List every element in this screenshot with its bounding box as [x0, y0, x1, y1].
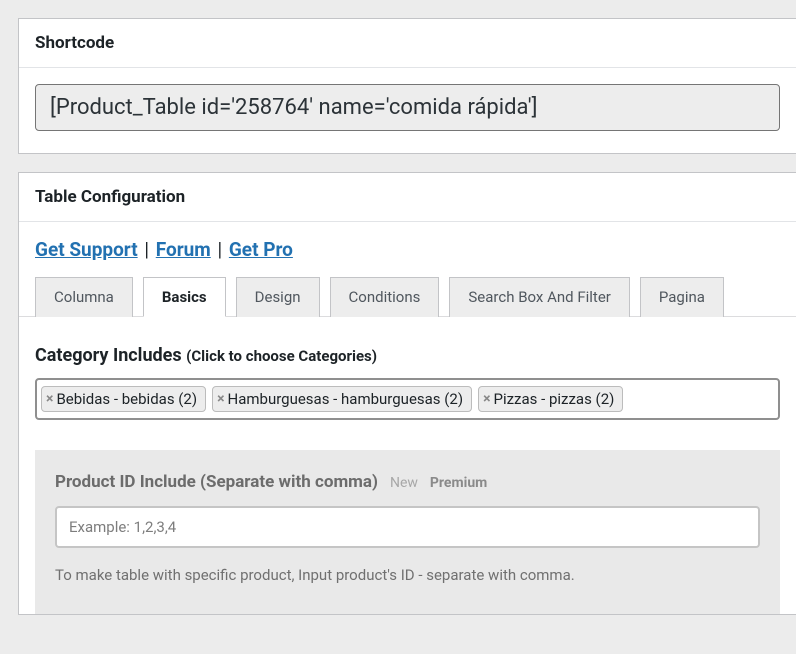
- premium-badge: Premium: [430, 475, 487, 491]
- category-includes-label: Category Includes (Click to choose Categ…: [35, 345, 780, 366]
- shortcode-panel-header: Shortcode: [19, 19, 796, 68]
- forum-link[interactable]: Forum: [156, 238, 211, 261]
- category-includes-section: Category Includes (Click to choose Categ…: [19, 317, 796, 420]
- category-includes-hint: (Click to choose Categories): [186, 347, 377, 365]
- tab-pagina[interactable]: Pagina: [640, 277, 724, 317]
- tab-basics[interactable]: Basics: [143, 277, 226, 317]
- tab-search-filter[interactable]: Search Box And Filter: [449, 277, 630, 317]
- table-config-title: Table Configuration: [35, 187, 780, 207]
- config-links: Get Support | Forum | Get Pro: [19, 238, 796, 277]
- tab-columna[interactable]: Columna: [35, 277, 133, 317]
- product-id-include-panel: Product ID Include (Separate with comma)…: [35, 450, 780, 614]
- tab-design[interactable]: Design: [236, 277, 320, 317]
- link-separator: |: [142, 238, 155, 261]
- close-icon[interactable]: ×: [217, 392, 224, 406]
- get-support-link[interactable]: Get Support: [35, 238, 138, 261]
- shortcode-panel-title: Shortcode: [35, 33, 780, 53]
- product-id-input[interactable]: [55, 506, 760, 548]
- shortcode-panel: Shortcode: [18, 18, 796, 154]
- tab-conditions[interactable]: Conditions: [330, 277, 440, 317]
- table-config-panel: Table Configuration Get Support | Forum …: [18, 172, 796, 615]
- new-badge: New: [390, 475, 418, 491]
- get-pro-link[interactable]: Get Pro: [229, 238, 293, 261]
- category-tag-label: Pizzas - pizzas (2): [494, 390, 615, 408]
- category-tag[interactable]: × Hamburguesas - hamburguesas (2): [212, 386, 472, 412]
- config-tabs: Columna Basics Design Conditions Search …: [19, 277, 796, 317]
- product-id-help-text: To make table with specific product, Inp…: [55, 566, 760, 584]
- product-id-include-label: Product ID Include (Separate with comma): [55, 472, 378, 492]
- category-tag[interactable]: × Bebidas - bebidas (2): [41, 386, 206, 412]
- shortcode-panel-body: [19, 68, 796, 153]
- table-config-body: Get Support | Forum | Get Pro Columna Ba…: [19, 222, 796, 614]
- category-tag[interactable]: × Pizzas - pizzas (2): [478, 386, 623, 412]
- product-id-include-title-row: Product ID Include (Separate with comma)…: [55, 472, 760, 492]
- category-tag-input[interactable]: × Bebidas - bebidas (2) × Hamburguesas -…: [35, 378, 780, 420]
- close-icon[interactable]: ×: [483, 392, 490, 406]
- table-config-header: Table Configuration: [19, 173, 796, 222]
- category-tag-label: Hamburguesas - hamburguesas (2): [228, 390, 464, 408]
- category-includes-label-text: Category Includes: [35, 345, 182, 366]
- shortcode-input[interactable]: [35, 84, 780, 131]
- close-icon[interactable]: ×: [46, 392, 53, 406]
- category-tag-label: Bebidas - bebidas (2): [56, 390, 197, 408]
- link-separator: |: [216, 238, 229, 261]
